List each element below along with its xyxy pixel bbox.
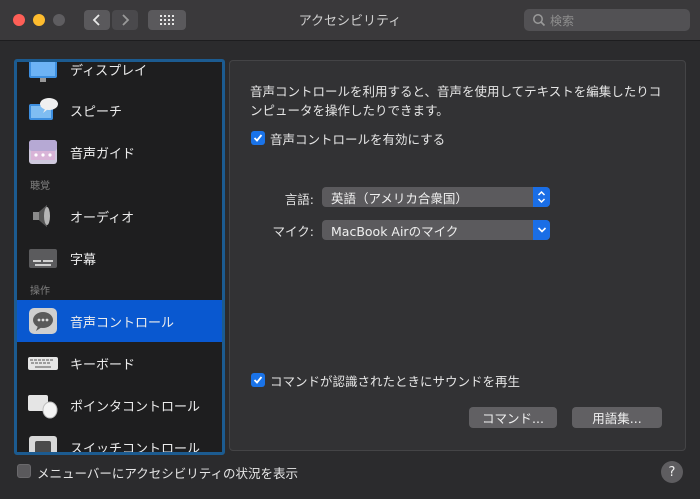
play-sound-label: コマンドが認識されたときにサウンドを再生 [270,374,521,389]
mic-label: マイク: [272,224,314,239]
sidebar-item-label: スピーチ [70,104,123,120]
captions-icon [29,249,57,268]
speech-icon [29,98,58,120]
search-placeholder: 検索 [550,13,575,28]
sidebar-item-display[interactable]: ディスプレイ [17,62,222,90]
sidebar-item-keyboard[interactable]: キーボード [17,342,222,384]
pane-description: 音声コントロールを利用すると、音声を使用してテキストを編集したりコンピュータを操… [250,84,662,118]
sidebar-item-label: オーディオ [70,210,135,226]
sidebar-item-captions[interactable]: 字幕 [17,237,222,279]
checkmark-icon [253,134,263,142]
sidebar-item-label: ポインタコントロール [70,399,201,415]
title-bar: アクセシビリティ 検索 [0,0,700,41]
chevron-down-icon [533,220,550,240]
language-popup[interactable]: 英語（アメリカ合衆国） [322,187,550,207]
display-icon [29,62,57,82]
help-button[interactable]: ? [661,461,683,483]
checkmark-icon [253,376,263,384]
category-motor: 操作 [30,286,50,297]
show-in-menubar-checkbox[interactable] [17,464,31,478]
sidebar-item-pointer-control[interactable]: ポインタコントロール [17,384,222,426]
vocabulary-button[interactable]: 用語集... [572,407,662,428]
search-field[interactable]: 検索 [524,9,690,31]
switch-control-icon [29,436,57,452]
enable-voice-control-label: 音声コントロールを有効にする [270,132,446,147]
sidebar-item-audio[interactable]: オーディオ [17,195,222,237]
sidebar-item-label: 音声コントロール [70,315,175,331]
sidebar-item-label: スイッチコントロール [70,441,201,455]
sidebar-item-speech[interactable]: スピーチ [17,89,222,131]
updown-chevron-icon [533,187,550,207]
sidebar-item-switch-control[interactable]: スイッチコントロール [17,426,222,455]
sidebar-item-voice-control[interactable]: 音声コントロール [17,300,222,342]
language-label: 言語: [284,192,314,207]
voiceover-icon [29,140,57,164]
search-icon [533,14,546,27]
sidebar-item-label: ディスプレイ [70,63,148,79]
speaker-icon [33,205,50,227]
play-sound-checkbox[interactable] [251,373,265,387]
sidebar-item-voiceover[interactable]: 音声ガイド [17,131,222,173]
show-in-menubar-label: メニューバーにアクセシビリティの状況を表示 [37,466,299,481]
sidebar[interactable]: ディスプレイ スピーチ 音声ガイド 聴覚 オーディオ 字幕 操作 音声コントロー… [14,59,225,455]
mic-value: MacBook Airのマイク [331,223,459,239]
pointer-control-icon [28,395,58,419]
enable-voice-control-checkbox[interactable] [251,131,265,145]
category-hearing: 聴覚 [30,181,50,192]
sidebar-item-label: キーボード [70,357,136,373]
mic-popup[interactable]: MacBook Airのマイク [322,220,550,240]
voice-control-pane: 音声コントロールを利用すると、音声を使用してテキストを編集したりコンピュータを操… [229,60,686,451]
language-value: 英語（アメリカ合衆国） [331,190,468,206]
commands-button[interactable]: コマンド... [469,407,557,428]
sidebar-item-label: 音声ガイド [70,146,136,162]
sidebar-item-label: 字幕 [70,252,97,268]
voice-control-icon [29,308,57,334]
keyboard-icon [28,357,58,370]
